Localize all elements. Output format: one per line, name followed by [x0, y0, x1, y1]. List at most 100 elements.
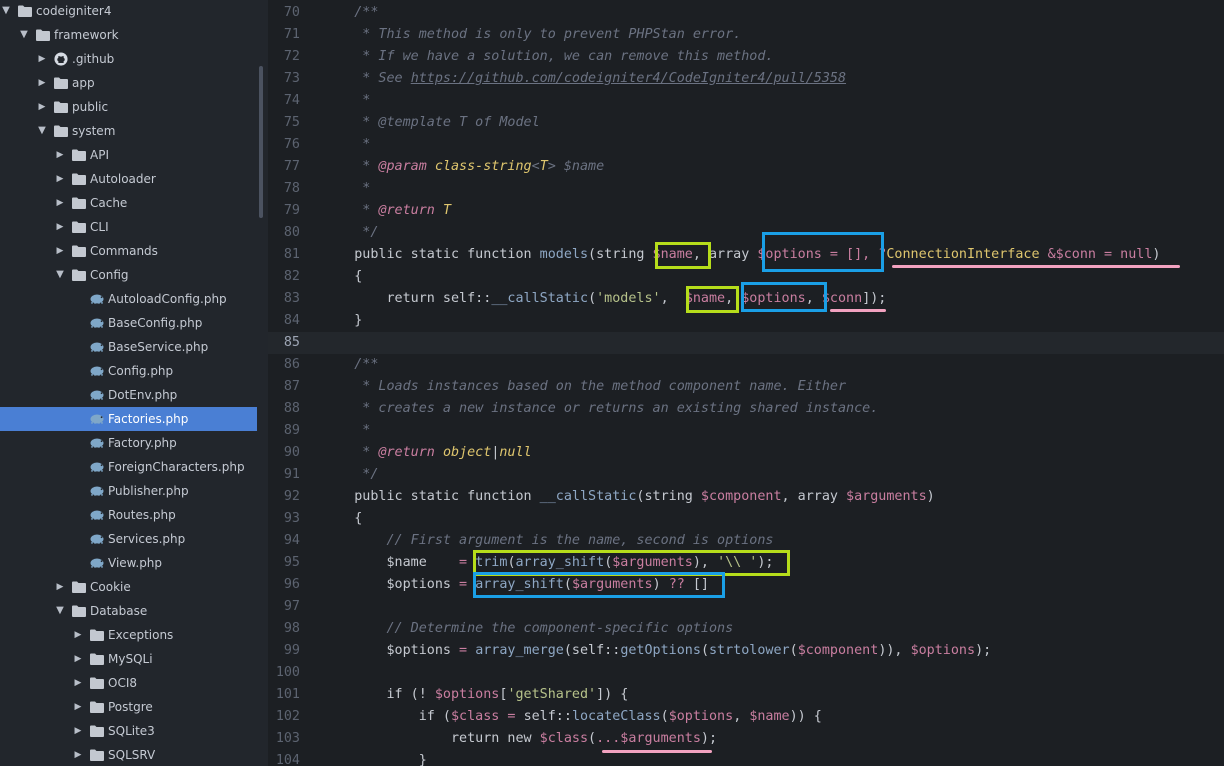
folder-item-config[interactable]: ▼ Config: [0, 263, 257, 287]
folder-item-postgre[interactable]: ▶ Postgre: [0, 695, 257, 719]
folder-item-sqlsrv[interactable]: ▶ SQLSRV: [0, 743, 257, 766]
line-number: 104: [275, 753, 300, 766]
code-token: (: [789, 643, 798, 658]
folder-item-oci8[interactable]: ▶ OCI8: [0, 671, 257, 695]
file-item-view-php[interactable]: View.php: [0, 551, 257, 575]
code-line[interactable]: 91 */: [268, 464, 1224, 486]
code-line[interactable]: 73 * See https://github.com/codeigniter4…: [268, 68, 1224, 90]
chevron-right-icon[interactable]: ▶: [37, 71, 47, 95]
chevron-right-icon[interactable]: ▶: [37, 47, 47, 71]
folder-item-cli[interactable]: ▶ CLI: [0, 215, 257, 239]
sidebar-scrollbar[interactable]: [259, 66, 263, 218]
chevron-right-icon[interactable]: ▶: [73, 647, 83, 671]
code-line[interactable]: 74 *: [268, 90, 1224, 112]
code-line[interactable]: 97: [268, 596, 1224, 618]
code-line[interactable]: 90 * @return object|null: [268, 442, 1224, 464]
chevron-right-icon[interactable]: ▶: [73, 695, 83, 719]
code-line[interactable]: 101 if (! $options['getShared']) {: [268, 684, 1224, 706]
tree-item-label: Postgre: [108, 700, 153, 714]
folder-item-mysqli[interactable]: ▶ MySQLi: [0, 647, 257, 671]
chevron-right-icon[interactable]: ▶: [55, 143, 65, 167]
code-token: object: [442, 445, 492, 460]
code-line[interactable]: 88 * creates a new instance or returns a…: [268, 398, 1224, 420]
code-line[interactable]: 94 // First argument is the name, second…: [268, 530, 1224, 552]
code-line[interactable]: 89 *: [268, 420, 1224, 442]
code-token: * This method is only to prevent PHPStan…: [322, 27, 742, 42]
code-line[interactable]: 98 // Determine the component-specific o…: [268, 618, 1224, 640]
code-token: $options: [322, 577, 451, 592]
code-line[interactable]: 80 */: [268, 222, 1224, 244]
file-item-services-php[interactable]: Services.php: [0, 527, 257, 551]
code-line[interactable]: 75 * @template T of Model: [268, 112, 1224, 134]
tree-item-label: API: [90, 148, 109, 162]
code-token: *: [322, 159, 379, 174]
folder-item-public[interactable]: ▶ public: [0, 95, 257, 119]
chevron-down-icon[interactable]: ▼: [55, 263, 65, 287]
line-number: 84: [283, 313, 300, 328]
code-line[interactable]: 70 /**: [268, 2, 1224, 24]
folder-item-exceptions[interactable]: ▶ Exceptions: [0, 623, 257, 647]
code-line[interactable]: 104 }: [268, 750, 1224, 766]
code-line[interactable]: 77 * @param class-string<T> $name: [268, 156, 1224, 178]
chevron-right-icon[interactable]: ▶: [73, 623, 83, 647]
folder-item-framework[interactable]: ▼ framework: [0, 23, 257, 47]
chevron-right-icon[interactable]: ▶: [55, 239, 65, 263]
folder-item-autoloader[interactable]: ▶ Autoloader: [0, 167, 257, 191]
chevron-right-icon[interactable]: ▶: [55, 167, 65, 191]
file-item-baseconfig-php[interactable]: BaseConfig.php: [0, 311, 257, 335]
folder-item-app[interactable]: ▶ app: [0, 71, 257, 95]
folder-item-api[interactable]: ▶ API: [0, 143, 257, 167]
code-line[interactable]: 85: [268, 332, 1224, 354]
file-item-factory-php[interactable]: Factory.php: [0, 431, 257, 455]
code-line[interactable]: 99 $options = array_merge(self::getOptio…: [268, 640, 1224, 662]
folder-item-system[interactable]: ▼ system: [0, 119, 257, 143]
folder-item-github[interactable]: ▶ .github: [0, 47, 257, 71]
file-item-factories-php[interactable]: Factories.php: [0, 407, 257, 431]
chevron-right-icon[interactable]: ▶: [55, 215, 65, 239]
chevron-down-icon[interactable]: ▼: [37, 119, 47, 143]
folder-item-cookie[interactable]: ▶ Cookie: [0, 575, 257, 599]
chevron-down-icon[interactable]: ▼: [55, 599, 65, 623]
file-item-autoloadconfig-php[interactable]: AutoloadConfig.php: [0, 287, 257, 311]
file-item-foreigncharacters-php[interactable]: ForeignCharacters.php: [0, 455, 257, 479]
code-line[interactable]: 103 return new $class(...$arguments);: [268, 728, 1224, 750]
code-line[interactable]: 72 * If we have a solution, we can remov…: [268, 46, 1224, 68]
file-item-baseservice-php[interactable]: BaseService.php: [0, 335, 257, 359]
code-token: __callStatic: [491, 291, 589, 306]
folder-item-commands[interactable]: ▶ Commands: [0, 239, 257, 263]
chevron-right-icon[interactable]: ▶: [73, 719, 83, 743]
chevron-right-icon[interactable]: ▶: [55, 191, 65, 215]
code-line[interactable]: 86 /**: [268, 354, 1224, 376]
code-line[interactable]: 100: [268, 662, 1224, 684]
code-line[interactable]: 76 *: [268, 134, 1224, 156]
folder-item-codeigniter4[interactable]: ▼ codeigniter4: [0, 0, 257, 23]
chevron-right-icon[interactable]: ▶: [73, 671, 83, 695]
folder-item-sqlite3[interactable]: ▶ SQLite3: [0, 719, 257, 743]
file-item-routes-php[interactable]: Routes.php: [0, 503, 257, 527]
tree-item-label: Autoloader: [90, 172, 156, 186]
code-line[interactable]: 81 public static function models(string …: [268, 244, 1224, 266]
folder-item-database[interactable]: ▼ Database: [0, 599, 257, 623]
file-item-dotenv-php[interactable]: DotEnv.php: [0, 383, 257, 407]
code-line[interactable]: 71 * This method is only to prevent PHPS…: [268, 24, 1224, 46]
chevron-right-icon[interactable]: ▶: [55, 575, 65, 599]
chevron-down-icon[interactable]: ▼: [1, 0, 11, 23]
file-item-publisher-php[interactable]: Publisher.php: [0, 479, 257, 503]
tree-item-label: Factory.php: [108, 436, 177, 450]
code-line[interactable]: 84 }: [268, 310, 1224, 332]
code-line[interactable]: 87 * Loads instances based on the method…: [268, 376, 1224, 398]
code-line[interactable]: 92 public static function __callStatic(s…: [268, 486, 1224, 508]
chevron-down-icon[interactable]: ▼: [19, 23, 29, 47]
chevron-right-icon[interactable]: ▶: [37, 95, 47, 119]
code-line[interactable]: 102 if ($class = self::locateClass($opti…: [268, 706, 1224, 728]
file-item-config-php[interactable]: Config.php: [0, 359, 257, 383]
line-number: 103: [275, 731, 300, 746]
chevron-right-icon[interactable]: ▶: [73, 743, 83, 766]
code-line[interactable]: 78 *: [268, 178, 1224, 200]
code-line[interactable]: 79 * @return T: [268, 200, 1224, 222]
code-line[interactable]: 93 {: [268, 508, 1224, 530]
code-line[interactable]: 96 $options = array_shift($arguments) ??…: [268, 574, 1224, 596]
code-editor[interactable]: 70 /** 71 * This method is only to preven…: [268, 0, 1224, 766]
folder-item-cache[interactable]: ▶ Cache: [0, 191, 257, 215]
